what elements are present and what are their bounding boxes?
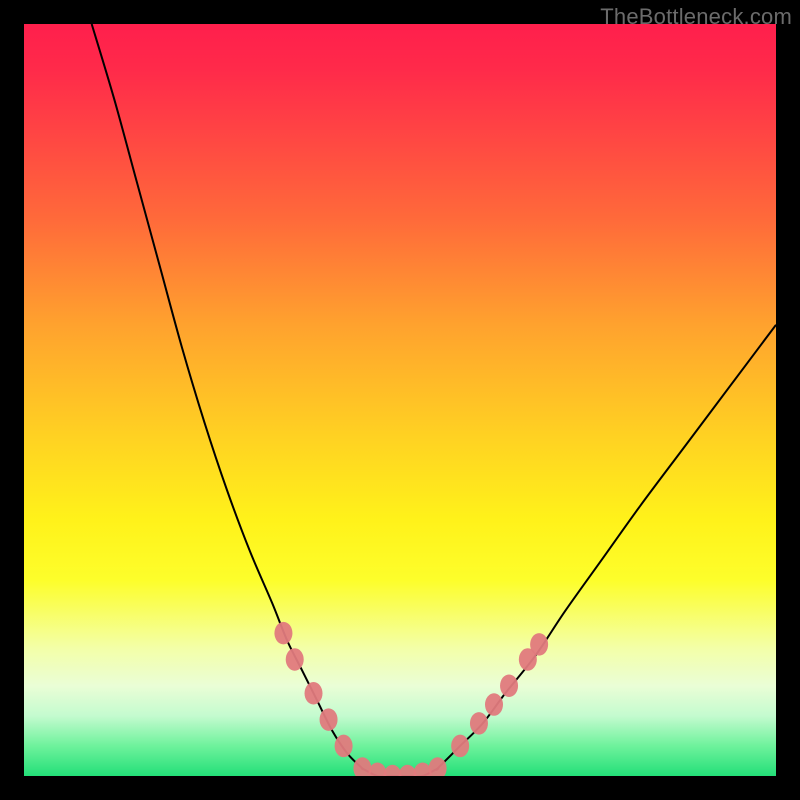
plot-area [24, 24, 776, 776]
watermark-text: TheBottleneck.com [600, 4, 792, 30]
data-marker [286, 648, 304, 671]
data-marker [335, 735, 353, 758]
marker-group [274, 622, 548, 776]
data-marker [429, 757, 447, 776]
data-marker [485, 693, 503, 716]
bottleneck-curve [92, 24, 776, 776]
data-marker [451, 735, 469, 758]
data-marker [305, 682, 323, 705]
data-marker [500, 675, 518, 698]
chart-stage: TheBottleneck.com [0, 0, 800, 800]
data-marker [274, 622, 292, 645]
data-marker [320, 708, 338, 731]
curve-layer [24, 24, 776, 776]
data-marker [470, 712, 488, 735]
data-marker [530, 633, 548, 656]
